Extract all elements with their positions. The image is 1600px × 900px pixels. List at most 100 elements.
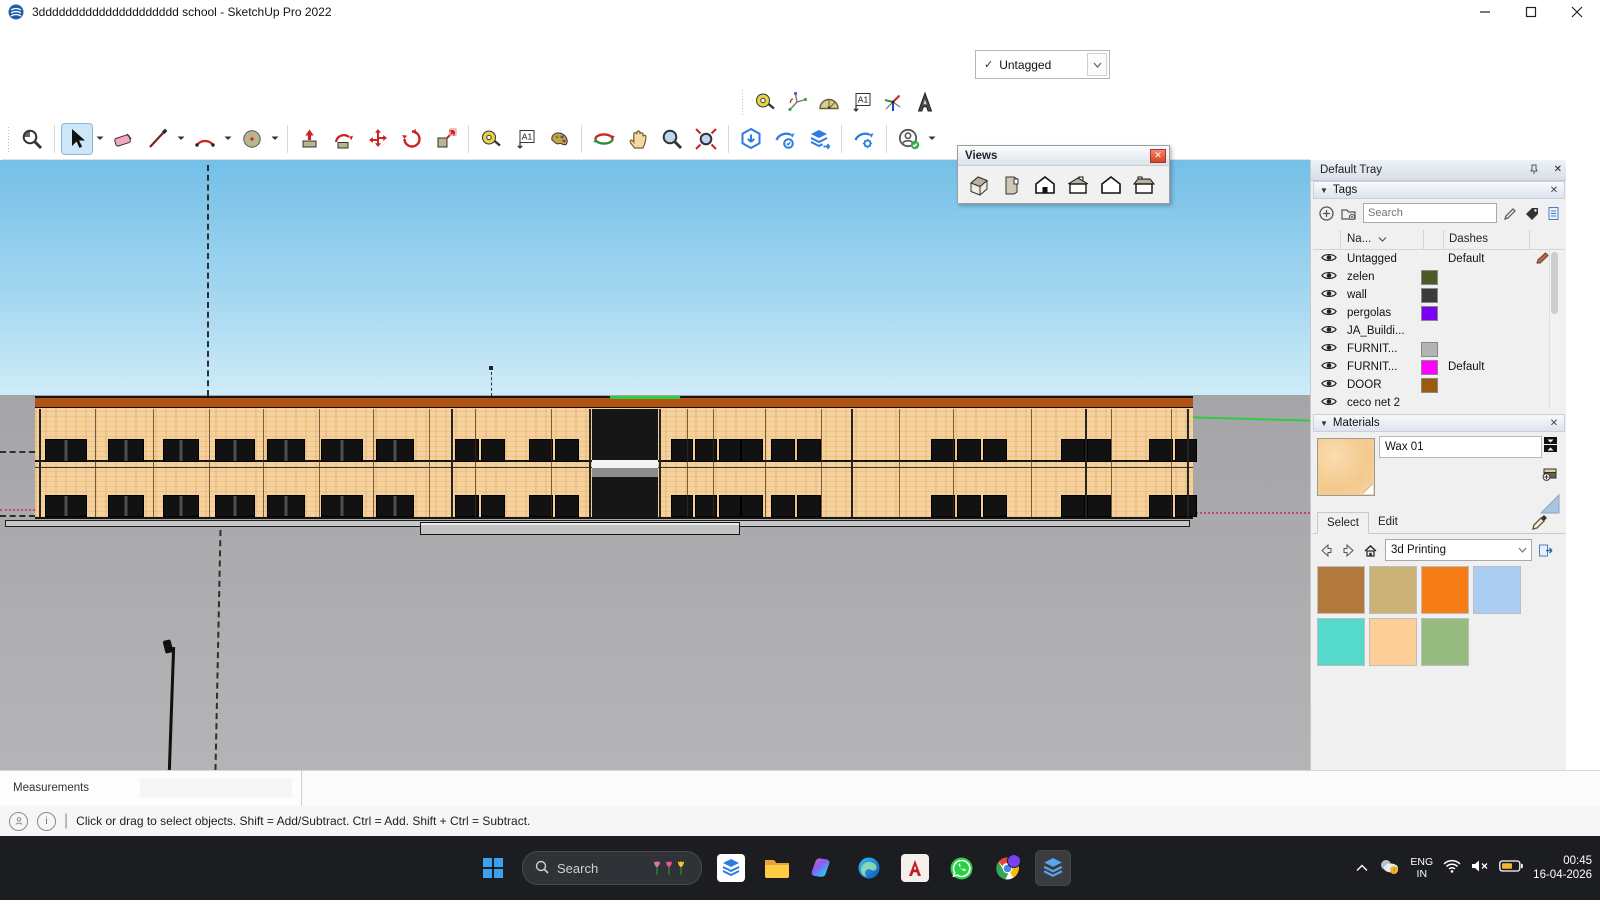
tray-titlebar[interactable]: Default Tray ✕ [1311, 160, 1566, 181]
dropdown-caret-icon[interactable] [175, 124, 186, 154]
tag-row[interactable]: ceco net 2 [1313, 394, 1565, 408]
collapse-arrow-icon[interactable]: ▼ [1320, 186, 1328, 195]
view-back-button[interactable] [1098, 172, 1124, 198]
taskbar-app-chrome[interactable] [990, 851, 1024, 885]
edit-pencil-icon[interactable] [1536, 252, 1550, 267]
dropdown-caret-icon[interactable] [222, 124, 233, 154]
account-icon[interactable] [894, 124, 924, 154]
text-icon[interactable]: A1 [847, 88, 875, 116]
scale-icon[interactable] [431, 124, 461, 154]
tray-close-icon[interactable]: ✕ [1554, 164, 1562, 177]
paint-bucket-icon[interactable] [544, 124, 574, 154]
dimension-icon[interactable] [879, 88, 907, 116]
tag-row[interactable]: wall [1313, 286, 1565, 304]
dashes-column-header[interactable]: Dashes [1449, 233, 1488, 245]
weather-icon[interactable]: ! [1378, 857, 1400, 880]
tag-row[interactable]: pergolas [1313, 304, 1565, 322]
material-swatch[interactable] [1473, 566, 1521, 614]
dash-style-value[interactable]: Default [1448, 361, 1484, 373]
edit-tag-pencil-icon[interactable] [1501, 204, 1519, 222]
add-tag-icon[interactable] [1317, 204, 1335, 222]
forward-arrow-icon[interactable] [1339, 541, 1357, 559]
tag-row[interactable]: JA_Buildi... [1313, 322, 1565, 340]
eyedropper-icon[interactable] [1531, 514, 1548, 534]
protractor-icon[interactable] [815, 88, 843, 116]
tags-scrollbar[interactable] [1549, 250, 1559, 408]
help-icon[interactable]: i [37, 812, 56, 831]
shapes-icon[interactable] [237, 124, 267, 154]
material-swatch[interactable] [1421, 566, 1469, 614]
tag-name[interactable]: zelen [1347, 271, 1419, 283]
visibility-eye-icon[interactable] [1321, 288, 1337, 302]
create-material-icon[interactable] [1541, 464, 1559, 485]
materials-collection-combobox[interactable]: 3d Printing [1385, 539, 1532, 561]
warehouse-download-icon[interactable] [736, 124, 766, 154]
dropdown-caret-icon[interactable] [926, 124, 937, 154]
taskbar-app-autocad[interactable] [898, 851, 932, 885]
views-close-button[interactable]: ✕ [1150, 149, 1166, 163]
geolocation-icon[interactable] [9, 812, 28, 831]
add-tag-folder-icon[interactable] [1339, 204, 1357, 222]
taskbar-app-file-explorer[interactable] [760, 851, 794, 885]
tab-select[interactable]: Select [1317, 512, 1369, 534]
visibility-eye-icon[interactable] [1321, 306, 1337, 320]
extension-manager-icon[interactable] [849, 124, 879, 154]
follow-me-icon[interactable] [329, 124, 359, 154]
tag-name[interactable]: FURNIT... [1347, 343, 1419, 355]
chevron-down-icon[interactable] [1087, 53, 1107, 76]
minimize-button[interactable] [1462, 0, 1508, 24]
material-swatch[interactable] [1421, 618, 1469, 666]
material-swatch[interactable] [1369, 566, 1417, 614]
tag-row[interactable]: Untagged Default [1313, 250, 1565, 268]
tags-column-headers[interactable]: Na... Dashes [1313, 230, 1565, 250]
dropdown-caret-icon[interactable] [94, 124, 105, 154]
taskbar-search[interactable]: Search [522, 851, 702, 885]
views-palette-titlebar[interactable]: Views ✕ [958, 146, 1169, 166]
volume-muted-icon[interactable] [1471, 859, 1489, 878]
line-icon[interactable] [143, 124, 173, 154]
tag-color-swatch[interactable] [1421, 270, 1438, 285]
display-secondary-pane-icon[interactable] [1543, 436, 1558, 456]
tag-color-swatch[interactable] [1421, 288, 1438, 303]
material-swatch[interactable] [1317, 618, 1365, 666]
push-pull-icon[interactable] [295, 124, 325, 154]
clock[interactable]: 00:45 16-04-2026 [1533, 854, 1592, 882]
name-column-header[interactable]: Na... [1347, 233, 1387, 245]
view-top-button[interactable] [999, 172, 1025, 198]
view-left-button[interactable] [1131, 172, 1157, 198]
tag-row[interactable]: zelen [1313, 268, 1565, 286]
visibility-eye-icon[interactable] [1321, 252, 1337, 266]
taskbar-app-edge[interactable] [852, 851, 886, 885]
tag-row[interactable]: FURNIT... Default [1313, 358, 1565, 376]
tags-section-header[interactable]: ▼ Tags ✕ [1313, 181, 1565, 199]
toolbar-grip[interactable] [740, 89, 745, 115]
view-iso-button[interactable] [966, 172, 992, 198]
zoom-extents-icon[interactable] [691, 124, 721, 154]
view-right-button[interactable] [1065, 172, 1091, 198]
tag-color-swatch[interactable] [1421, 306, 1438, 321]
tag-color-swatch[interactable] [1421, 342, 1438, 357]
tulips-decoration-icon[interactable] [651, 858, 691, 878]
toolbar-grip[interactable] [6, 126, 11, 152]
tag-details-icon[interactable] [1545, 204, 1563, 222]
visibility-eye-icon[interactable] [1321, 342, 1337, 356]
tag-row[interactable]: FURNIT... [1313, 340, 1565, 358]
measurements-value-box[interactable] [140, 778, 292, 798]
language-indicator[interactable]: ENG IN [1410, 856, 1433, 880]
tag-name[interactable]: FURNIT... [1347, 361, 1419, 373]
material-swatch[interactable] [1317, 566, 1365, 614]
arc-icon[interactable] [190, 124, 220, 154]
visibility-eye-icon[interactable] [1321, 396, 1337, 408]
material-preview-thumbnail[interactable] [1317, 438, 1375, 496]
zoom-icon[interactable] [657, 124, 687, 154]
tray-chevron-icon[interactable] [1356, 859, 1368, 877]
wifi-icon[interactable] [1443, 859, 1461, 878]
active-tag-combobox[interactable]: ✓ Untagged [975, 50, 1110, 79]
tag-color-swatch[interactable] [1421, 378, 1438, 393]
tag-name[interactable]: pergolas [1347, 307, 1419, 319]
material-swatch[interactable] [1369, 618, 1417, 666]
select-icon[interactable] [62, 124, 92, 154]
material-name-field[interactable]: Wax 01 [1379, 436, 1542, 458]
tab-edit[interactable]: Edit [1369, 512, 1407, 532]
orbit-icon[interactable] [589, 124, 619, 154]
